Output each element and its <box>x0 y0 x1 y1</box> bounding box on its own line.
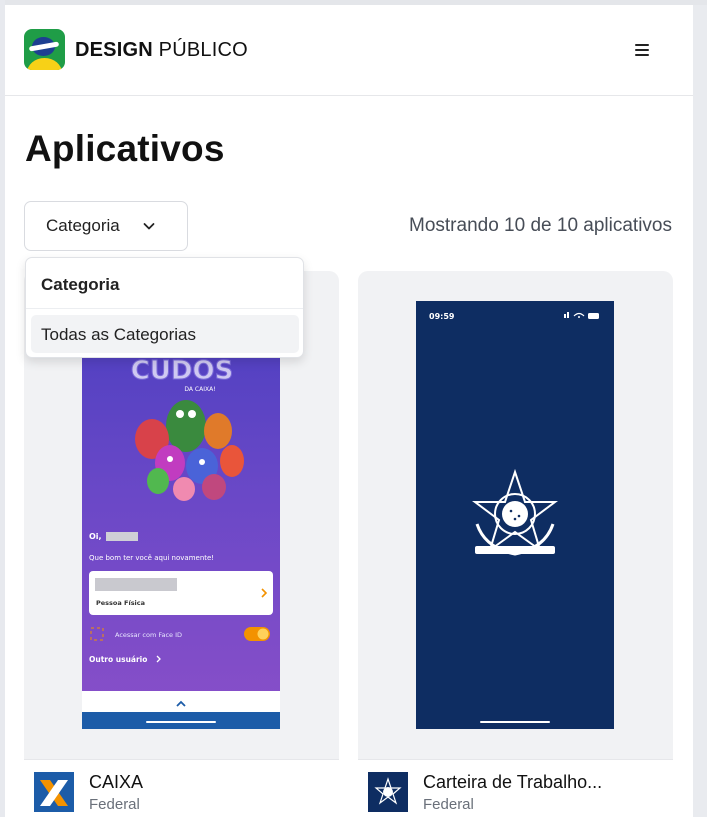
caixa-greeting: Oi, <box>89 532 102 541</box>
svg-text:CUDOS: CUDOS <box>131 356 234 386</box>
app-name: Carteira de Trabalho... <box>423 772 603 792</box>
dropdown-header: Categoria <box>41 275 120 294</box>
chevron-down-icon <box>143 223 155 230</box>
app-card-meta: Carteira de Trabalho... Federal <box>358 759 673 817</box>
app-screenshot-caixa: CUDOS DA CAIXA! Oi, Que bom ter você aqu… <box>82 301 280 729</box>
dropdown-option-label: Todas as Categorias <box>41 325 196 344</box>
caixa-account-type: Pessoa Física <box>96 599 145 607</box>
app-card-carteira-de-trabalho[interactable]: 09:59 Carteira de Trabalho... Federal <box>358 271 673 817</box>
brand-regular: PÚBLICO <box>158 39 248 61</box>
app-category: Federal <box>89 796 140 813</box>
banner-subtext: DA CAIXA! <box>184 386 215 393</box>
results-count: Mostrando 10 de 10 aplicativos <box>409 215 672 236</box>
page-title: Aplicativos <box>25 128 225 169</box>
site-header: DESIGN PÚBLICO <box>5 5 693 96</box>
app-name: CAIXA <box>89 772 144 792</box>
caixa-welcome: Que bom ter você aqui novamente! <box>89 554 214 562</box>
page: DESIGN PÚBLICO Aplicativos Categoria Mos… <box>5 5 693 817</box>
app-category: Federal <box>423 796 474 813</box>
category-dropdown-menu: Categoria Todas as Categorias <box>25 257 304 358</box>
category-filter-label: Categoria <box>46 216 120 235</box>
app-card-meta: CAIXA Federal <box>24 759 339 817</box>
caixa-other-user: Outro usuário <box>89 655 147 664</box>
hamburger-menu-icon[interactable] <box>633 41 653 59</box>
status-time: 09:59 <box>429 312 455 321</box>
brand-name[interactable]: DESIGN PÚBLICO <box>75 39 248 62</box>
dropdown-option-all-categories[interactable]: Todas as Categorias <box>31 315 299 353</box>
caixa-logo-icon <box>34 772 74 812</box>
brand-bold: DESIGN <box>75 39 153 61</box>
dropdown-divider <box>26 308 303 309</box>
caixa-face-id: Acessar com Face ID <box>115 631 182 639</box>
carteira-splash-screen: 09:59 <box>429 312 599 723</box>
caixa-login-screen: CUDOS DA CAIXA! Oi, Que bom ter você aqu… <box>82 356 280 729</box>
brazil-flag-logo-icon[interactable] <box>24 29 65 70</box>
category-filter-button[interactable]: Categoria <box>24 201 188 251</box>
coat-of-arms-icon <box>368 772 408 812</box>
app-screenshot-carteira: 09:59 <box>416 301 614 729</box>
